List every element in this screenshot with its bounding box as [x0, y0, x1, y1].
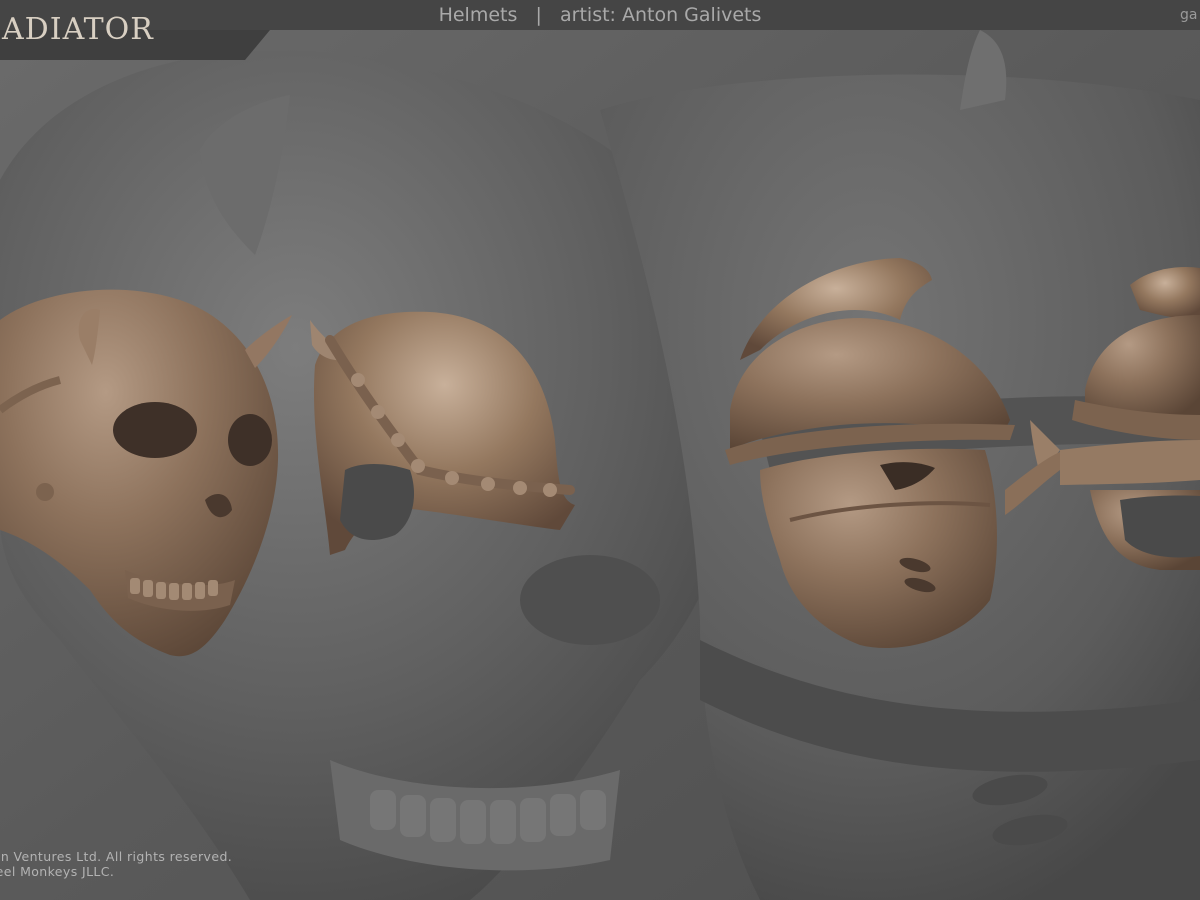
artwork-canvas — [0, 0, 1200, 900]
logo-text: ADIATOR — [2, 12, 154, 47]
page-title: Helmets | artist: Anton Galivets — [438, 4, 762, 26]
copyright-line-2: Steel Monkeys JLLC. — [0, 864, 115, 879]
header-bar: Helmets | artist: Anton Galivets ga — [0, 0, 1200, 30]
copyright-footer: sion Ventures Ltd. All rights reserved. … — [0, 849, 232, 879]
header-right-text: ga — [1180, 7, 1198, 23]
copyright-line-1: sion Ventures Ltd. All rights reserved. — [0, 849, 233, 864]
